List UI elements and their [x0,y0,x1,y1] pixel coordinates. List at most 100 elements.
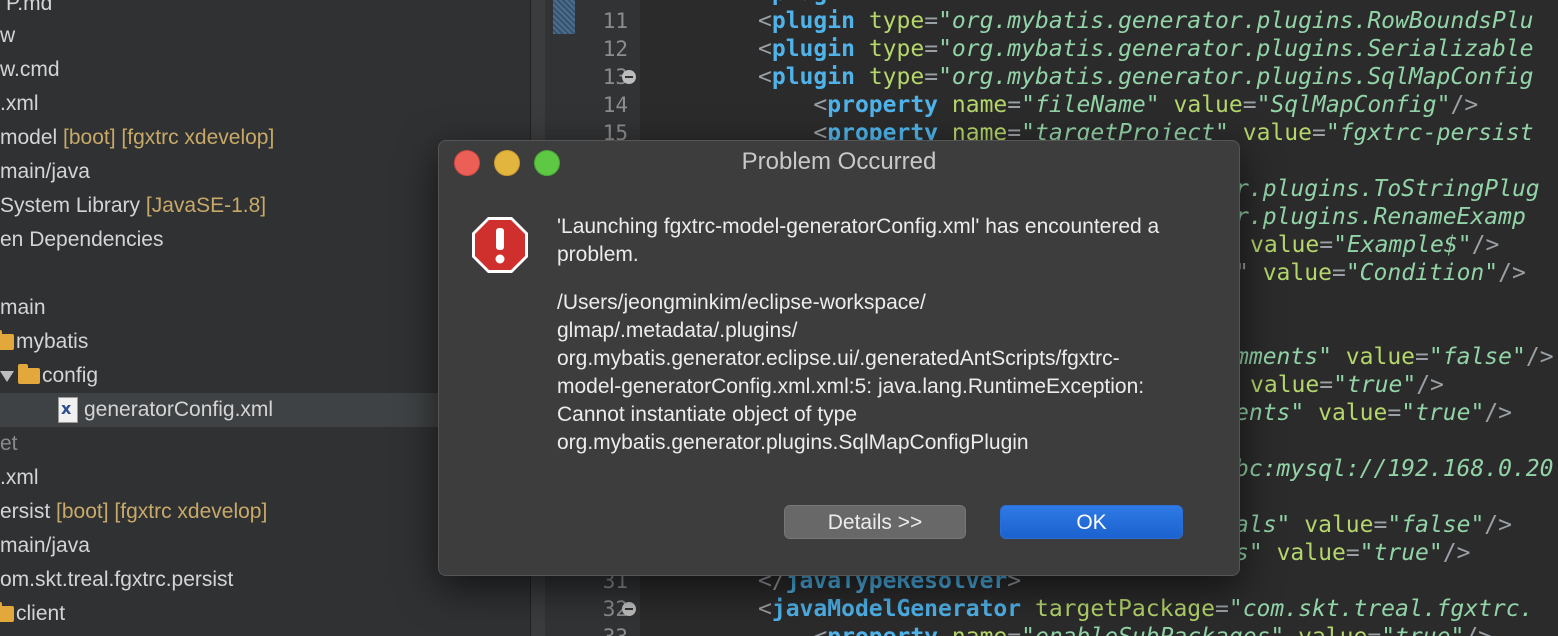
code-line[interactable]: " value="Condition"/> [1235,259,1526,287]
code-token: value [1173,92,1243,118]
code-line[interactable]: <plugin type="org.mybatis.generator.plug… [758,35,1534,63]
code-line[interactable]: ents" value="true"/> [1235,399,1512,427]
fold-collapse-icon[interactable] [622,70,636,84]
tree-item-client[interactable]: client [0,597,530,631]
error-detail: /Users/jeongminkim/eclipse-workspace/ gl… [557,289,1227,457]
tree-item[interactable]: P.md [0,0,530,21]
code-token: = [1331,260,1346,286]
error-message: 'Launching fgxtrc-model-generatorConfig.… [557,215,1160,266]
code-token: = [1387,400,1402,426]
error-stop-sign-icon [472,217,528,273]
code-token: /> [1416,372,1444,398]
code-token: type [868,64,925,90]
code-token: value [1250,232,1320,258]
code-token: /> [1484,512,1512,538]
dialog-title: Problem Occurred [741,148,937,175]
detail-line: Cannot instantiate object of type [557,403,858,426]
code-token: "false" [1387,512,1485,538]
code-line[interactable]: mments" value="false"/> [1235,343,1554,371]
code-token: /> [1442,540,1471,566]
code-line[interactable]: value="Example$"/> [1250,231,1499,259]
code-token: = [1415,344,1429,370]
code-line[interactable]: <property name="enableSubPackages" value… [758,623,1492,636]
code-token: = [1214,596,1229,622]
code-token: < [758,36,772,62]
code-line[interactable]: s" value="true"/> [1235,539,1470,567]
code-token: /> [1464,624,1492,636]
line-number: 14 [602,93,628,117]
tree-item[interactable]: w [0,19,530,53]
code-line[interactable]: r.plugins.RenameExamp [1235,203,1526,231]
code-token: /> [1525,344,1554,370]
code-token: = [1319,372,1334,398]
fold-collapse-icon[interactable] [622,602,636,616]
code-token: plugin [771,8,855,34]
details-button[interactable]: Details >> [784,505,966,539]
code-token: = [1373,512,1388,538]
line-number: 11 [602,9,628,33]
code-token: = [924,64,939,90]
code-line[interactable]: <plugin [758,0,855,7]
code-token: "Example$" [1333,232,1472,258]
code-line[interactable]: <property name="fileName" value="SqlMapC… [758,91,1478,119]
code-token: = [1007,92,1022,118]
code-token: value [1318,400,1388,426]
code-token: < [758,624,827,636]
detail-line: org.mybatis.generator.plugins.SqlMapConf… [557,431,1029,454]
code-token: "true" [1401,400,1485,426]
code-token: = [1319,232,1334,258]
code-token: "org.mybatis.generator.plugins.Serializa… [938,36,1534,62]
code-token: "true" [1359,540,1443,566]
folder-icon [0,602,14,623]
code-token: javaModelGenerator [771,596,1022,622]
code-token: < [758,64,772,90]
detail-line: org.mybatis.generator.eclipse.ui/.genera… [557,347,1120,370]
line-number: 12 [602,37,628,61]
code-token: r.plugins.RenameExamp [1235,204,1526,230]
code-token: plugin [771,64,855,90]
line-number: 33 [555,623,640,636]
code-token: als" [1235,512,1291,538]
code-line[interactable]: value="true"/> [1250,371,1444,399]
code-token: bc:mysql://192.168.0.20 [1235,456,1554,482]
code-token: /> [1471,232,1500,258]
code-token: < [758,8,772,34]
code-token: value [1345,344,1416,370]
code-line[interactable]: bc:mysql://192.168.0.20 [1235,455,1554,483]
problem-dialog: Problem Occurred 'Launching fgxtrc-model… [438,140,1240,576]
expand-arrow-icon[interactable] [0,370,14,382]
code-line[interactable]: als" value="false"/> [1235,511,1512,539]
code-token: r.plugins.ToStringPlug [1235,176,1540,202]
detail-line: model-generatorConfig.xml.xml:5: java.la… [557,375,1145,398]
code-token: /> [1498,260,1526,286]
code-line[interactable]: <plugin type="org.mybatis.generator.plug… [758,7,1534,35]
code-token: type [868,36,925,62]
code-token: = [1311,120,1326,146]
code-token: = [1367,624,1381,636]
tree-item[interactable]: w.cmd [0,53,530,87]
code-line[interactable]: <javaModelGenerator targetPackage="com.s… [758,595,1533,623]
dialog-titlebar[interactable]: Problem Occurred [439,141,1239,181]
code-token: targetPackage [1034,596,1215,622]
code-line[interactable]: <plugin type="org.mybatis.generator.plug… [758,63,1534,91]
code-line[interactable]: r.plugins.ToStringPlug [1235,175,1540,203]
code-token: name [952,624,1007,636]
code-token: value [1276,540,1346,566]
code-token: = [1007,624,1021,636]
folder-icon [18,364,40,385]
code-token: "org.mybatis.generator.plugins.RowBounds… [938,8,1534,34]
code-token: plugin [771,36,855,62]
code-token: "com.skt.treal.fgxtrc. [1228,596,1534,622]
ok-button[interactable]: OK [1000,505,1183,539]
tree-item[interactable]: .xml [0,87,530,121]
